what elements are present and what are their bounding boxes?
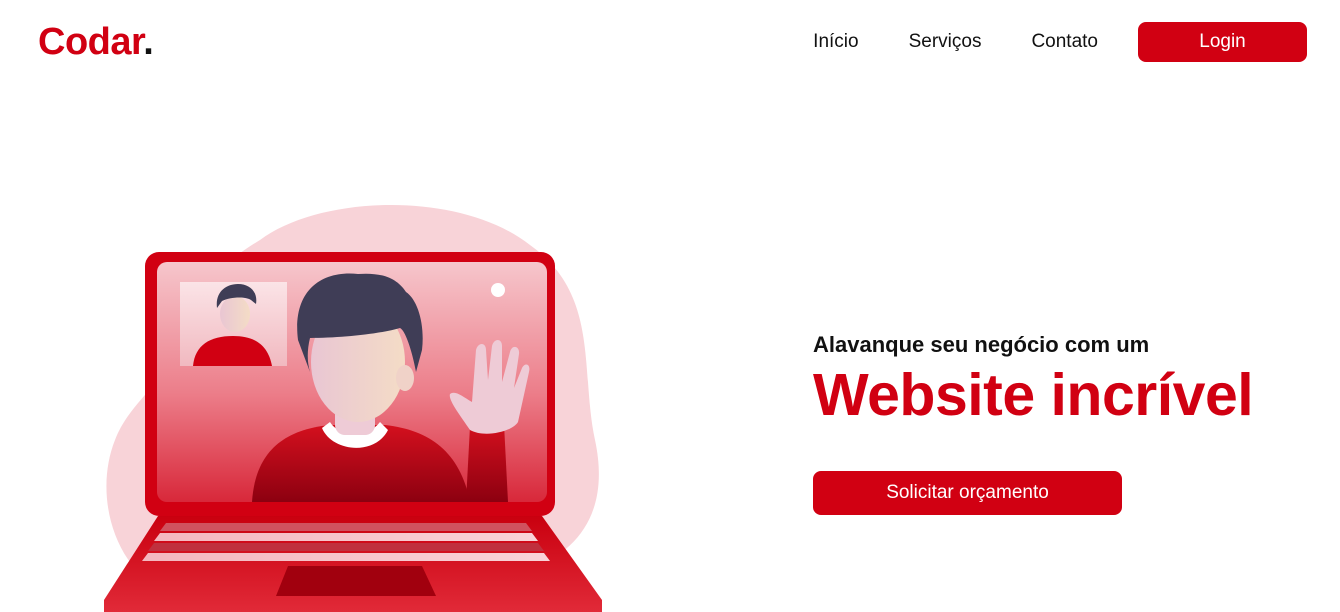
- landing-page: Codar. Início Serviços Contato Login Ala…: [0, 0, 1340, 612]
- hero-subtitle: Alavanque seu negócio com um: [813, 332, 1150, 357]
- brand-logo[interactable]: Codar.: [38, 20, 154, 64]
- keyboard-row-4: [142, 553, 550, 561]
- main-person-ear: [396, 365, 414, 391]
- webcam-dot: [491, 283, 505, 297]
- request-quote-button[interactable]: Solicitar orçamento: [813, 471, 1122, 515]
- thumbnail-person-face: [220, 296, 250, 332]
- main-nav: Início Serviços Contato Login: [813, 22, 1307, 62]
- login-button[interactable]: Login: [1138, 22, 1307, 62]
- main-person-arm: [466, 424, 508, 502]
- brand-logo-dot: .: [143, 21, 154, 63]
- nav-link-contato[interactable]: Contato: [1031, 22, 1098, 62]
- keyboard-row-2: [154, 533, 538, 541]
- laptop-trackpad: [276, 566, 436, 596]
- nav-link-inicio[interactable]: Início: [813, 22, 858, 62]
- nav-link-servicos[interactable]: Serviços: [909, 22, 982, 62]
- brand-logo-text: Codar: [38, 21, 144, 63]
- keyboard-row-3: [148, 543, 544, 551]
- hero-headline: Website incrível: [813, 362, 1254, 428]
- hero-text: Alavanque seu negócio com um Website inc…: [813, 330, 1313, 428]
- hero-illustration: [100, 200, 610, 612]
- keyboard-row-1: [160, 523, 532, 531]
- laptop-video-call-illustration: [104, 205, 602, 612]
